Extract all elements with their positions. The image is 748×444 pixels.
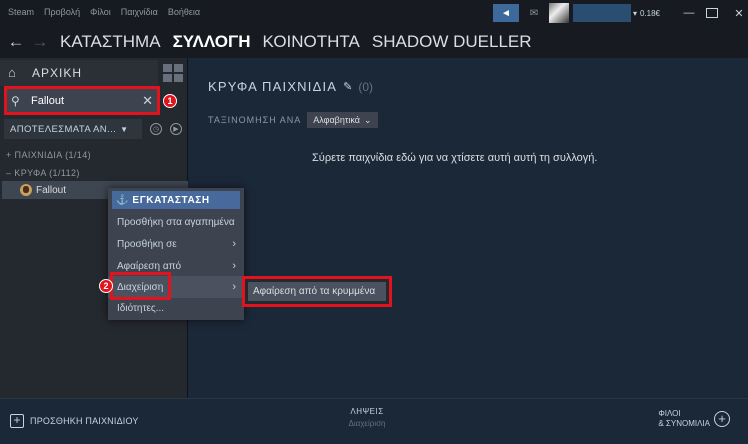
menu-item-add-favorites[interactable]: Προσθήκη στα αγαπημένα [108,211,244,233]
title-bar: Steam Προβολή Φίλοι Παιχνίδια Βοήθεια ◄ … [0,0,748,26]
add-game-label: ΠΡΟΣΘΗΚΗ ΠΑΙΧΝΙΔΙΟΥ [30,416,139,426]
nav-tabs: ΚΑΤΑΣΤΗΜΑ ΣΥΛΛΟΓΗ ΚΟΙΝΟΤΗΤΑ SHADOW DUELL… [60,32,544,52]
account-name-button[interactable] [572,4,631,22]
filter-row: ΑΠΟΤΕΛΕΣΜΑΤΑ ΑΝ... ▼ ◷ ▶ [4,119,184,139]
tab-store[interactable]: ΚΑΤΑΣΤΗΜΑ [60,32,161,52]
menu-steam[interactable]: Steam [8,7,34,17]
clear-search-icon[interactable]: ✕ [142,93,153,109]
menu-item-properties[interactable]: Ιδιότητες... [108,297,244,319]
nav-bar: ← → ΚΑΤΑΣΤΗΜΑ ΣΥΛΛΟΓΗ ΚΟΙΝΟΤΗΤΑ SHADOW D… [0,26,748,58]
title-bar-right: ◄ ✉ ▾ 0.18€ — ✕ [492,0,748,26]
category-hidden[interactable]: – ΚΡΥΦΑ (1/112) [6,168,80,178]
plus-icon: + [714,411,730,427]
footer-bar: + ΠΡΟΣΘΗΚΗ ΠΑΙΧΝΙΔΙΟΥ ΛΗΨΕΙΣ Διαχείριση … [0,398,748,444]
add-game-button[interactable]: + ΠΡΟΣΘΗΚΗ ΠΑΙΧΝΙΔΙΟΥ [10,414,139,428]
downloads-subtitle: Διαχείριση [348,419,386,428]
grid-view-icon[interactable] [161,62,183,84]
menu-item-label: Προσθήκη σε [117,238,177,250]
downloads-title: ΛΗΨΕΙΣ [350,407,384,416]
filter-dropdown[interactable]: ΑΠΟΤΕΛΕΣΜΑΤΑ ΑΝ... ▼ [4,119,142,139]
chevron-right-icon: › [232,281,236,293]
menu-item-label: Ιδιότητες... [117,302,165,314]
broadcast-icon[interactable]: ◄ [492,4,519,22]
notifications-icon[interactable]: ✉ [525,4,543,22]
category-games[interactable]: + ΠΑΙΧΝΙΔΙΑ (1/14) [6,150,91,160]
sort-label: ΤΑΞΙΝΟΜΗΣΗ ΑΝΑ [208,115,302,125]
category-games-count: (1/14) [65,150,92,160]
search-icon: ⚲ [11,93,20,108]
manage-submenu: Αφαίρεση από τα κρυμμένα [242,276,392,307]
menu-item-label: Προσθήκη στα αγαπημένα [117,216,235,228]
empty-collection-message: Σύρετε παιχνίδια εδώ για να χτίσετε αυτή… [312,152,598,164]
context-menu: ⚓ ΕΓΚΑΤΑΣΤΑΣΗ Προσθήκη στα αγαπημένα Προ… [108,188,244,320]
unhide-game-button[interactable]: Αφαίρεση από τα κρυμμένα [248,282,386,301]
search-value: Fallout [31,94,65,107]
menu-help[interactable]: Βοήθεια [168,7,200,17]
category-games-label: + ΠΑΙΧΝΙΔΙΑ [6,150,63,160]
chevron-right-icon: › [232,260,236,272]
tab-library[interactable]: ΣΥΛΛΟΓΗ [173,32,251,52]
menu-view[interactable]: Προβολή [44,7,80,17]
manage-highlight-box [110,272,171,300]
play-filter-icon[interactable]: ▶ [170,123,182,135]
sort-row: ΤΑΞΙΝΟΜΗΣΗ ΑΝΑ Αλφαβητικά ⌄ [208,112,378,128]
collection-header: ΚΡΥΦΑ ΠΑΙΧΝΙΔΙΑ ✎ (0) [208,79,373,94]
plus-icon: + [10,414,24,428]
search-input[interactable]: ⚲ Fallout ✕ [4,86,160,115]
chevron-down-icon: ⌄ [363,114,372,125]
menu-item-label: Αφαίρεση από [117,260,182,272]
filter-label: ΑΠΟΤΕΛΕΣΜΑΤΑ ΑΝ... [10,123,117,135]
home-label: ΑΡΧΙΚΗ [32,66,83,80]
friends-label: ΦΙΛΟΙ & ΣΥΝΟΜΙΛΙΑ [658,409,710,429]
edit-pencil-icon[interactable]: ✎ [343,80,352,93]
home-button[interactable]: ⌂ ΑΡΧΙΚΗ [0,60,158,86]
forward-arrow-icon[interactable]: → [28,32,52,52]
category-hidden-count: (1/112) [49,168,80,178]
page-title: ΚΡΥΦΑ ΠΑΙΧΝΙΔΙΑ [208,79,338,94]
menu-friends[interactable]: Φίλοι [90,7,111,17]
friends-line-2: & ΣΥΝΟΜΙΛΙΑ [658,419,710,428]
sort-dropdown[interactable]: Αλφαβητικά ⌄ [307,112,378,128]
chevron-down-icon: ▾ [632,8,637,18]
collection-count: (0) [358,79,374,94]
close-icon[interactable]: ✕ [730,7,748,20]
back-arrow-icon[interactable]: ← [4,32,28,52]
home-icon: ⌂ [8,65,16,80]
wallet-balance[interactable]: ▾ 0.18€ [633,9,660,18]
annotation-badge-2: 2 [99,279,113,293]
friends-chat-button[interactable]: ΦΙΛΟΙ & ΣΥΝΟΜΙΛΙΑ + [658,409,730,429]
menu-item-add-to[interactable]: Προσθήκη σε › [108,233,244,255]
tab-community[interactable]: ΚΟΙΝΟΤΗΤΑ [263,32,360,52]
tab-profile[interactable]: SHADOW DUELLER [372,32,532,52]
annotation-badge-1: 1 [163,94,177,108]
avatar[interactable] [548,3,569,23]
install-button[interactable]: ⚓ ΕΓΚΑΤΑΣΤΑΣΗ [112,191,240,209]
maximize-icon[interactable] [706,8,718,18]
friends-line-1: ΦΙΛΟΙ [658,409,681,418]
minimize-icon[interactable]: — [680,7,698,19]
downloads-button[interactable]: ΛΗΨΕΙΣ Διαχείριση [334,407,400,428]
recent-clock-icon[interactable]: ◷ [150,123,162,135]
wallet-amount: 0.18€ [639,8,660,18]
chevron-down-icon: ▼ [120,124,129,134]
top-menu: Steam Προβολή Φίλοι Παιχνίδια Βοήθεια [8,7,200,17]
menu-games[interactable]: Παιχνίδια [121,7,158,17]
category-hidden-label: – ΚΡΥΦΑ [6,168,47,178]
game-name: Fallout [36,184,67,196]
game-icon [20,184,32,196]
chevron-right-icon: › [232,238,236,250]
sort-value: Αλφαβητικά [313,115,360,125]
